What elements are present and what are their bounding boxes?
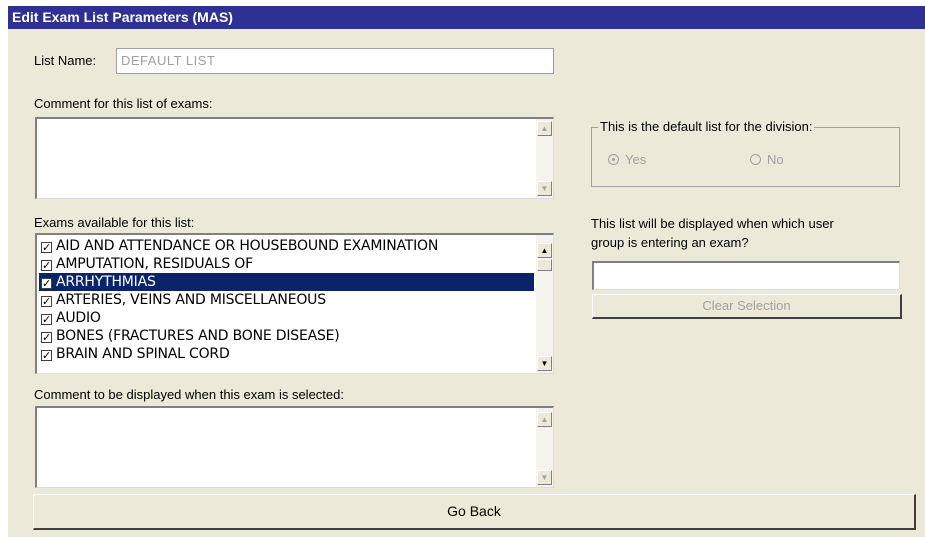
exams-list-items: ✓ AID AND ATTENDANCE OR HOUSEBOUND EXAMIN… [39, 237, 534, 363]
checkbox-icon[interactable]: ✓ [41, 296, 52, 307]
radio-no-label: No [767, 152, 784, 167]
scroll-up-icon[interactable]: ▲ [537, 412, 552, 427]
exam-list-item-label: AID AND ATTENDANCE OR HOUSEBOUND EXAMINA… [56, 238, 439, 254]
checkbox-icon[interactable]: ✓ [41, 314, 52, 325]
radio-yes-label: Yes [625, 152, 647, 167]
exam-list-item-label: BRAIN AND SPINAL CORD [56, 346, 230, 362]
clear-selection-button[interactable]: Clear Selection [592, 294, 902, 319]
radio-unselected-icon [750, 154, 761, 165]
checkbox-icon[interactable]: ✓ [41, 332, 52, 343]
exam-comment-label: Comment to be displayed when this exam i… [34, 387, 344, 402]
list-comment-textarea[interactable]: ▲ ▼ [35, 117, 554, 199]
exam-list-item[interactable]: ✓ AMPUTATION, RESIDUALS OF [39, 255, 534, 273]
checkbox-icon[interactable]: ✓ [41, 242, 52, 253]
radio-selected-icon [608, 154, 619, 165]
exam-list-item[interactable]: ✓ BRAIN AND SPINAL CORD [39, 345, 534, 363]
default-list-legend: This is the default list for the divisio… [598, 119, 815, 134]
exam-list-item[interactable]: ✓ BONES (FRACTURES AND BONE DISEASE) [39, 327, 534, 345]
window-title: Edit Exam List Parameters (MAS) [8, 6, 925, 29]
scroll-down-icon[interactable]: ▼ [537, 356, 552, 371]
exam-list-item-label: ARTERIES, VEINS AND MISCELLANEOUS [56, 292, 326, 308]
scroll-thumb[interactable] [537, 259, 552, 271]
go-back-button[interactable]: Go Back [33, 494, 916, 530]
exams-list[interactable]: ✓ AID AND ATTENDANCE OR HOUSEBOUND EXAMIN… [35, 233, 554, 374]
radio-yes[interactable]: Yes [608, 152, 646, 167]
exam-list-item-label: BONES (FRACTURES AND BONE DISEASE) [56, 328, 340, 344]
exam-comment-textarea[interactable]: ▲ ▼ [35, 406, 554, 488]
exam-list-item-label: AUDIO [56, 310, 101, 326]
radio-no[interactable]: No [750, 152, 784, 167]
scroll-up-icon[interactable]: ▲ [537, 243, 552, 258]
exam-comment-scrollbar[interactable]: ▲ ▼ [536, 408, 553, 487]
default-list-groupbox: This is the default list for the divisio… [591, 119, 900, 187]
scroll-down-icon[interactable]: ▼ [537, 470, 552, 485]
list-comment-label: Comment for this list of exams: [34, 96, 213, 111]
exam-list-item[interactable]: ✓ AID AND ATTENDANCE OR HOUSEBOUND EXAMIN… [39, 237, 534, 255]
exam-list-item[interactable]: ✓ ARRHYTHMIAS [39, 273, 534, 291]
edit-exam-list-window: Edit Exam List Parameters (MAS) List Nam… [8, 6, 925, 537]
exam-list-item[interactable]: ✓ ARTERIES, VEINS AND MISCELLANEOUS [39, 291, 534, 309]
user-group-label-line1: This list will be displayed when which u… [591, 216, 834, 231]
checkbox-icon[interactable]: ✓ [41, 260, 52, 271]
user-group-label-line2: group is entering an exam? [591, 235, 749, 250]
list-name-label: List Name: [34, 53, 97, 68]
list-name-field[interactable]: DEFAULT LIST [116, 48, 554, 74]
scroll-down-icon[interactable]: ▼ [537, 181, 552, 196]
exam-list-item-label: ARRHYTHMIAS [56, 274, 156, 290]
list-comment-scrollbar[interactable]: ▲ ▼ [536, 119, 553, 198]
checkbox-icon[interactable]: ✓ [41, 278, 52, 289]
checkbox-icon[interactable]: ✓ [41, 350, 52, 361]
exams-available-label: Exams available for this list: [34, 215, 195, 230]
exams-list-scrollbar[interactable]: ▲ ▼ [536, 235, 553, 373]
user-group-field[interactable] [592, 261, 900, 290]
exam-list-item-label: AMPUTATION, RESIDUALS OF [56, 256, 253, 272]
exam-list-item[interactable]: ✓ AUDIO [39, 309, 534, 327]
scroll-up-icon[interactable]: ▲ [537, 121, 552, 136]
